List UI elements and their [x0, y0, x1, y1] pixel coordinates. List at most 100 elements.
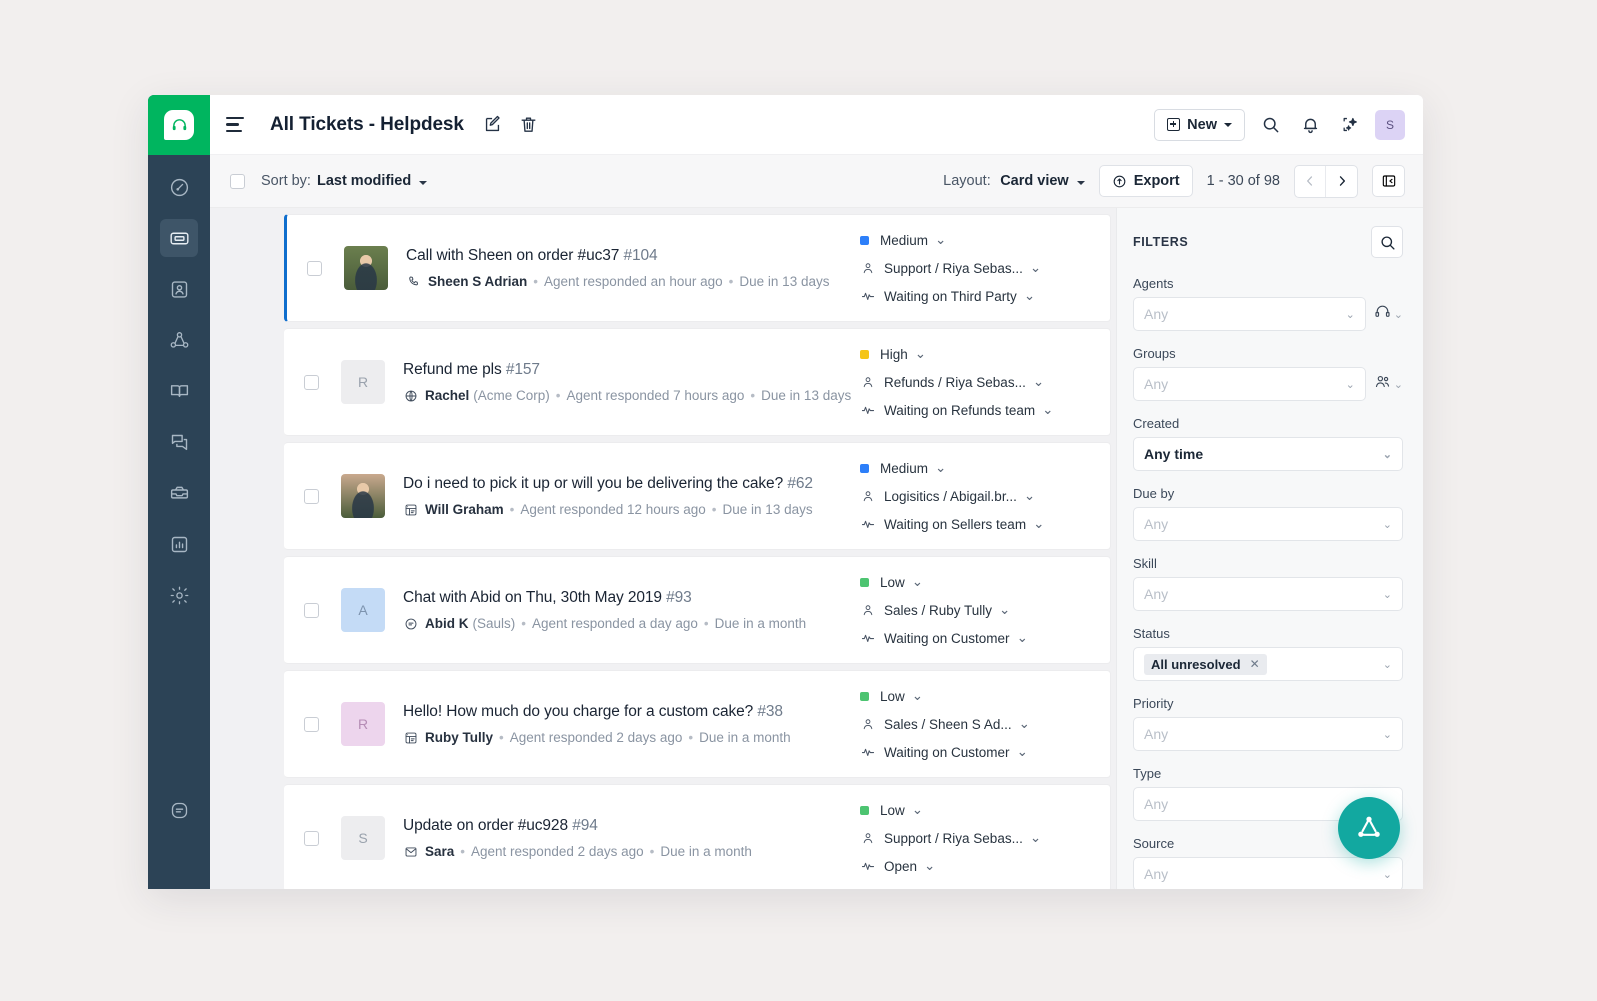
search-icon[interactable]: [1255, 110, 1285, 140]
ticket-title[interactable]: Update on order #uc928 #94: [403, 817, 860, 835]
separator: •: [728, 274, 734, 289]
ticket-card[interactable]: R Refund me pls #157 Rachel (Acme Corp) • Age…: [284, 328, 1111, 436]
filter-status-select[interactable]: All unresolved ✕ ⌄: [1133, 647, 1403, 681]
sidebar-item-chat[interactable]: [160, 423, 198, 461]
filter-priority-select[interactable]: Any ⌄: [1133, 717, 1403, 751]
ticket-assignee-dropdown[interactable]: Sales / Ruby Tully ⌄: [860, 602, 1082, 618]
ticket-number: #157: [505, 361, 540, 378]
filter-groups-select[interactable]: Any ⌄: [1133, 367, 1366, 401]
sidebar-item-analytics[interactable]: [160, 525, 198, 563]
next-page-button[interactable]: [1326, 166, 1357, 197]
separator: •: [750, 388, 756, 403]
filter-agents-type-toggle[interactable]: ⌄: [1374, 303, 1403, 325]
avatar[interactable]: S: [1375, 109, 1405, 140]
filter-created-select[interactable]: Any time ⌄: [1133, 437, 1403, 471]
avatar-initial: R: [357, 374, 369, 390]
ticket-checkbox[interactable]: [304, 374, 319, 390]
collapse-panel-button[interactable]: [1372, 165, 1405, 197]
ticket-assignee-dropdown[interactable]: Refunds / Riya Sebas... ⌄: [860, 374, 1082, 390]
export-button[interactable]: Export: [1098, 165, 1193, 197]
ticket-checkbox[interactable]: [304, 830, 319, 846]
filter-agents-select[interactable]: Any ⌄: [1133, 297, 1366, 331]
sidebar-item-contacts[interactable]: [160, 270, 198, 308]
ticket-title[interactable]: Chat with Abid on Thu, 30th May 2019 #93: [403, 589, 860, 607]
ai-sparkle-icon[interactable]: [1335, 110, 1365, 140]
prev-page-button[interactable]: [1295, 165, 1326, 197]
sidebar-item-knowledge-base[interactable]: [160, 372, 198, 410]
list-toolbar-right: Layout: Card view Export 1 - 30 of 98: [943, 164, 1405, 198]
ticket-checkbox[interactable]: [304, 602, 319, 618]
ticket-meta: Will Graham • Agent responded 12 hours ago…: [403, 502, 860, 517]
ticket-card[interactable]: Call with Sheen on order #uc37 #104 Sheen…: [284, 214, 1111, 322]
remove-chip-icon[interactable]: ✕: [1250, 657, 1260, 671]
ticket-title[interactable]: Refund me pls #157: [403, 361, 860, 379]
sort-by-dropdown[interactable]: Last modified: [317, 173, 428, 189]
sidebar-item-freshchat[interactable]: [160, 791, 198, 829]
ticket-status-dropdown[interactable]: Waiting on Customer ⌄: [860, 744, 1082, 760]
ticket-status-dropdown[interactable]: Waiting on Customer ⌄: [860, 630, 1082, 646]
ticket-status-dropdown[interactable]: Open ⌄: [860, 858, 1082, 874]
ticket-priority-dropdown[interactable]: Low ⌄: [860, 802, 1082, 818]
brand-logo[interactable]: [148, 95, 210, 155]
trash-icon[interactable]: [514, 110, 544, 140]
ticket-subject: Call with Sheen on order #uc37: [406, 247, 624, 264]
ticket-priority-dropdown[interactable]: Medium ⌄: [860, 232, 1082, 248]
ticket-card[interactable]: Do i need to pick it up or will you be d…: [284, 442, 1111, 550]
sidebar-item-settings[interactable]: [160, 576, 198, 614]
sidebar-item-dashboard[interactable]: [160, 168, 198, 206]
select-all-checkbox[interactable]: [230, 173, 245, 189]
sidebar-item-customers[interactable]: [160, 321, 198, 359]
chevron-down-icon: ⌄: [1023, 488, 1036, 503]
chevron-left-icon: [1307, 176, 1313, 186]
layout-dropdown[interactable]: Card view: [1000, 173, 1085, 189]
filter-source-select[interactable]: Any ⌄: [1133, 857, 1403, 889]
freshworks-fab-button[interactable]: [1338, 797, 1400, 859]
ticket-checkbox[interactable]: [304, 716, 319, 732]
sidebar-item-tickets[interactable]: [160, 219, 198, 257]
ticket-card[interactable]: S Update on order #uc928 #94 Sara • Agent re…: [284, 784, 1111, 889]
ticket-title[interactable]: Call with Sheen on order #uc37 #104: [406, 247, 860, 265]
ticket-main: Do i need to pick it up or will you be d…: [403, 475, 860, 517]
ticket-card[interactable]: R Hello! How much do you charge for a cus…: [284, 670, 1111, 778]
separator: •: [703, 616, 709, 631]
ticket-subject: Refund me pls: [403, 361, 506, 378]
ticket-title[interactable]: Hello! How much do you charge for a cust…: [403, 703, 860, 721]
edit-pencil-icon[interactable]: [478, 110, 508, 140]
ticket-checkbox[interactable]: [307, 260, 322, 276]
ticket-assignee-dropdown[interactable]: Support / Riya Sebas... ⌄: [860, 830, 1082, 846]
ticket-priority-dropdown[interactable]: Low ⌄: [860, 688, 1082, 704]
ticket-main: Chat with Abid on Thu, 30th May 2019 #93…: [403, 589, 860, 631]
ticket-assignee-dropdown[interactable]: Support / Riya Sebas... ⌄: [860, 260, 1082, 276]
ticket-card[interactable]: A Chat with Abid on Thu, 30th May 2019 #9…: [284, 556, 1111, 664]
status-label: Open: [884, 858, 918, 874]
new-button[interactable]: New: [1154, 108, 1245, 141]
bell-icon[interactable]: [1295, 110, 1325, 140]
hamburger-icon[interactable]: [226, 112, 252, 138]
sidebar-item-automations[interactable]: [160, 474, 198, 512]
ticket-priority-dropdown[interactable]: Medium ⌄: [860, 460, 1082, 476]
ticket-properties: High ⌄ Refunds / Riya Sebas... ⌄ Waiting on …: [860, 346, 1110, 418]
ticket-checkbox[interactable]: [304, 488, 319, 504]
ticket-assignee-dropdown[interactable]: Logisitics / Abigail.br... ⌄: [860, 488, 1082, 504]
filter-search-button[interactable]: [1371, 226, 1403, 258]
filter-skill-select[interactable]: Any ⌄: [1133, 577, 1403, 611]
filter-due-by-select[interactable]: Any ⌄: [1133, 507, 1403, 541]
ticket-priority-dropdown[interactable]: Low ⌄: [860, 574, 1082, 590]
ticket-assignee-dropdown[interactable]: Sales / Sheen S Ad... ⌄: [860, 716, 1082, 732]
filter-skill-row: Any ⌄: [1133, 577, 1403, 611]
chevron-down-icon: ⌄: [1018, 716, 1030, 731]
ticket-priority-dropdown[interactable]: High ⌄: [860, 346, 1082, 362]
ticket-status-dropdown[interactable]: Waiting on Sellers team ⌄: [860, 516, 1082, 532]
filters-header: FILTERS: [1133, 226, 1403, 258]
separator: •: [555, 388, 561, 403]
filter-groups-type-toggle[interactable]: ⌄: [1374, 373, 1403, 395]
filter-priority-group: Priority Any ⌄: [1133, 696, 1403, 751]
ticket-status-dropdown[interactable]: Waiting on Refunds team ⌄: [860, 402, 1082, 418]
avatar-photo: [344, 246, 388, 290]
ticket-status-dropdown[interactable]: Waiting on Third Party ⌄: [860, 288, 1082, 304]
agent-icon: [860, 375, 875, 390]
ticket-title[interactable]: Do i need to pick it up or will you be d…: [403, 475, 860, 493]
ticket-avatar: [344, 246, 388, 290]
chevron-down-icon: ⌄: [1382, 658, 1392, 671]
filter-skill-value: Any: [1144, 586, 1169, 602]
